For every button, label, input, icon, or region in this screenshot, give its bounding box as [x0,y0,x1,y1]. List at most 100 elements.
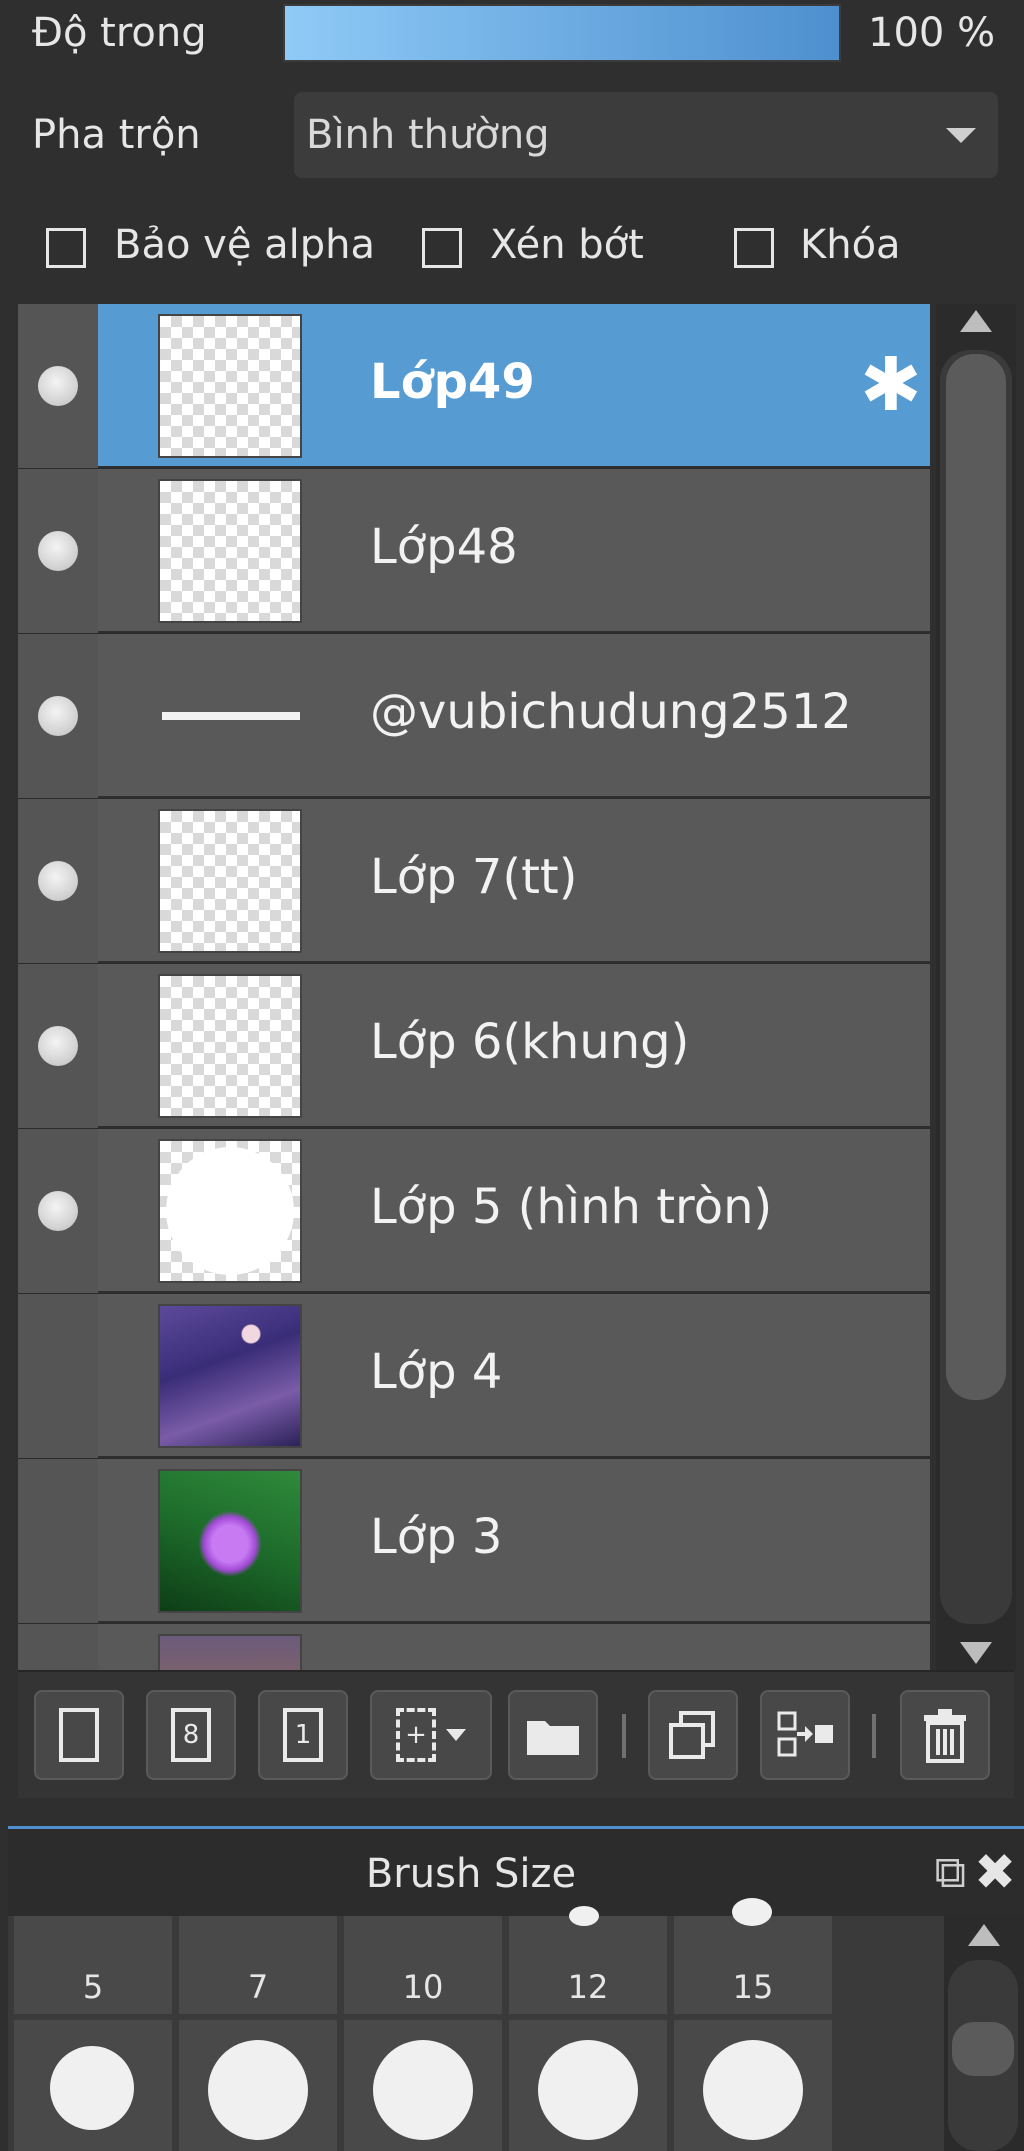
duplicate-layer-icon [669,1711,715,1759]
scroll-up-arrow-icon[interactable] [968,1924,1000,1946]
layer-thumbnail [158,974,302,1118]
brush-size-cell[interactable]: 5 [14,1916,172,2014]
popout-icon[interactable]: ⧉ [935,1847,966,1898]
merge-layer-icon [777,1711,833,1757]
layer-row[interactable]: Lớp 5 (hình tròn) [18,1129,930,1293]
brush-preview-dot [732,1898,772,1926]
brush-size-cell[interactable] [509,2020,667,2151]
brush-size-cell[interactable] [344,2020,502,2151]
layer-scrollbar[interactable] [936,304,1016,1670]
brush-size-cell[interactable]: 12 [509,1906,667,2014]
layer-toolbar: 8 1 + [18,1670,1014,1798]
blend-mode-value: Bình thường [306,112,550,158]
brush-size-cell[interactable]: 15 [674,1898,832,2014]
layer-name: Lớp 5 (hình tròn) [370,1179,773,1235]
brush-size-panel-header: Brush Size ⧉ ✖ [8,1826,1024,1919]
brush-size-label: 12 [567,1968,609,2006]
scroll-thumb[interactable] [952,2022,1014,2076]
layer-name: Lớp48 [370,519,518,575]
lock-checkbox[interactable] [734,228,774,268]
brush-size-label: 10 [402,1968,444,2006]
layer-row[interactable]: Lớp 3 [18,1459,930,1623]
visibility-dot-icon [38,1191,78,1231]
brush-size-label: 7 [247,1968,269,2006]
layer-row[interactable]: @vubichudung2512 [18,634,930,798]
clipping-checkbox[interactable] [422,228,462,268]
brush-size-label: 15 [732,1968,774,2006]
visibility-dot-icon [38,366,78,406]
gear-icon[interactable]: ✱ [860,348,922,422]
layer-row[interactable]: Lớp 7(tt) [18,799,930,963]
layer-thumbnail [158,1634,302,1670]
layer-name: Lớp 4 [370,1344,503,1400]
visibility-toggle[interactable] [18,1624,98,1670]
brush-preview-dot [538,2040,638,2140]
dropdown-arrow-icon [446,1729,466,1741]
layer-row[interactable]: Lớp48 [18,469,930,633]
layer-row[interactable]: Lớp49 ✱ [18,304,930,468]
brush-size-cell[interactable] [14,2020,172,2151]
blend-mode-label: Pha trộn [32,112,201,158]
visibility-toggle[interactable] [18,799,98,963]
scroll-down-arrow-icon[interactable] [960,1642,992,1664]
visibility-dot-icon [38,531,78,571]
layer-row[interactable]: Lớp 6(khung) [18,964,930,1128]
new-8bit-layer-button[interactable]: 8 [146,1690,236,1780]
layer-row-partial[interactable] [18,1624,930,1670]
visibility-toggle[interactable] [18,469,98,633]
opacity-slider[interactable] [283,4,841,62]
visibility-dot-icon [38,696,78,736]
clipping-label: Xén bớt [490,222,644,268]
visibility-toggle[interactable] [18,964,98,1128]
add-layer-menu-button[interactable]: + [370,1690,492,1780]
visibility-toggle[interactable] [18,634,98,798]
layer-name: Lớp 7(tt) [370,849,578,905]
brush-size-cell[interactable] [674,2020,832,2151]
brush-size-scrollbar[interactable] [944,1916,1024,2151]
brush-preview-dot [373,2040,473,2140]
brush-size-grid: 5 7 10 12 15 [8,1898,948,2151]
folder-icon [527,1721,579,1755]
layer-thumbnail [158,809,302,953]
trash-icon [924,1709,966,1763]
new-folder-button[interactable] [508,1690,598,1780]
opacity-label: Độ trong [32,10,207,56]
visibility-toggle[interactable] [18,1129,98,1293]
opacity-value: 100 % [868,10,996,56]
visibility-toggle[interactable] [18,1294,98,1458]
merge-layer-button[interactable] [760,1690,850,1780]
scroll-track[interactable] [940,350,1012,1624]
brush-size-label: 5 [82,1968,104,2006]
visibility-toggle[interactable] [18,304,98,468]
layer-thumbnail [158,1304,302,1448]
brush-size-cell[interactable]: 7 [179,1916,337,2014]
new-8bit-layer-icon: 8 [171,1708,211,1762]
toolbar-divider [872,1714,876,1758]
delete-layer-button[interactable] [900,1690,990,1780]
protect-alpha-label: Bảo vệ alpha [114,222,376,268]
protect-alpha-checkbox[interactable] [46,228,86,268]
scroll-track[interactable] [948,1960,1018,2151]
scroll-up-arrow-icon[interactable] [960,310,992,332]
layer-row[interactable]: Lớp 4 [18,1294,930,1458]
brush-preview-dot [208,2040,308,2140]
brush-preview-dot [50,2046,134,2130]
scroll-thumb[interactable] [946,354,1006,1400]
visibility-toggle[interactable] [18,1459,98,1623]
brush-size-title: Brush Size [365,1851,577,1897]
layer-thumbnail [158,644,302,788]
duplicate-layer-button[interactable] [648,1690,738,1780]
blend-mode-select[interactable]: Bình thường [294,92,998,178]
brush-size-cell[interactable] [179,2020,337,2151]
visibility-dot-icon [38,861,78,901]
visibility-dot-icon [38,1026,78,1066]
new-layer-button[interactable] [34,1690,124,1780]
brush-preview-dot [569,1906,599,1926]
brush-size-cell[interactable]: 10 [344,1916,502,2014]
close-icon[interactable]: ✖ [974,1843,1016,1901]
layer-thumbnail [158,1139,302,1283]
layer-name: Lớp 6(khung) [370,1014,690,1070]
brush-preview-dot [703,2040,803,2140]
new-layer-icon [59,1708,99,1762]
new-1bit-layer-button[interactable]: 1 [258,1690,348,1780]
